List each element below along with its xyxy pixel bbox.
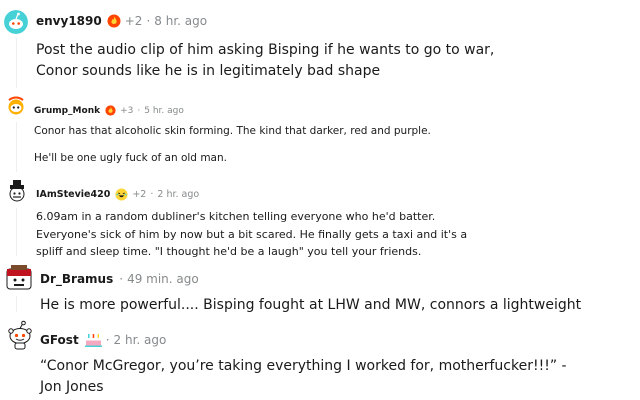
comment: Grump_Monk +3 · 5 hr. ago Conor has that…	[0, 92, 640, 176]
award-count: +2	[132, 189, 147, 200]
snoo-avatar-icon	[6, 265, 32, 290]
comment: GFost · 2 hr. ago “Conor McGregor, you’r…	[0, 314, 640, 400]
comment-body: Conor has that alcoholic skin forming. T…	[34, 124, 594, 166]
username[interactable]: IAmStevie420	[36, 189, 110, 200]
meta-separator: ·	[119, 272, 124, 286]
snoo-avatar-icon	[4, 10, 28, 34]
username[interactable]: GFost	[40, 333, 79, 347]
comment-paragraph: He'll be one ugly fuck of an old man.	[34, 152, 227, 164]
comment-body: 6.09am in a random dubliner's kitchen te…	[36, 208, 476, 261]
comment-meta: IAmStevie420 +2 · 2 hr. ago	[36, 188, 199, 201]
avatar[interactable]	[4, 10, 28, 34]
meta-separator: ·	[137, 105, 141, 116]
award-count: +2	[124, 14, 143, 28]
username[interactable]: envy1890	[36, 14, 102, 28]
username[interactable]: Dr_Bramus	[40, 272, 113, 286]
snoo-avatar-icon	[9, 180, 25, 202]
avatar[interactable]	[4, 263, 34, 293]
comment-meta: Dr_Bramus · 49 min. ago	[40, 272, 199, 286]
comment-paragraph: “Conor McGregor, you’re taking everythin…	[40, 358, 567, 395]
meta-separator: ·	[146, 14, 151, 28]
comment: envy1890 +2 · 8 hr. ago Post the audio c…	[0, 0, 640, 92]
timestamp[interactable]: 49 min. ago	[127, 272, 199, 286]
thread-line[interactable]	[16, 296, 17, 312]
comment: Dr_Bramus · 49 min. ago He is more power…	[0, 260, 640, 314]
comment-meta: Grump_Monk +3 · 5 hr. ago	[34, 105, 184, 116]
avatar[interactable]	[4, 94, 28, 118]
comment: IAmStevie420 +2 · 2 hr. ago 6.09am in a …	[0, 176, 640, 260]
timestamp[interactable]: 2 hr. ago	[157, 189, 199, 200]
snoo-avatar-icon	[8, 320, 32, 350]
thread-line[interactable]	[16, 122, 17, 172]
comment-body: He is more powerful.... Bisping fought a…	[40, 295, 620, 315]
avatar[interactable]	[4, 178, 30, 204]
avatar[interactable]	[6, 320, 34, 350]
comment-paragraph: 6.09am in a random dubliner's kitchen te…	[36, 210, 468, 258]
timestamp[interactable]: 5 hr. ago	[144, 106, 184, 116]
username[interactable]: Grump_Monk	[34, 106, 100, 116]
timestamp[interactable]: 8 hr. ago	[154, 14, 207, 28]
fire-award-icon[interactable]	[107, 14, 121, 28]
comment-meta: envy1890 +2 · 8 hr. ago	[36, 14, 207, 28]
snoo-avatar-icon	[4, 94, 28, 118]
comment-paragraph: He is more powerful.... Bisping fought a…	[40, 297, 582, 313]
meta-separator: ·	[105, 332, 110, 347]
laughing-award-icon[interactable]	[115, 188, 128, 201]
thread-line[interactable]	[16, 38, 17, 88]
comment-body: “Conor McGregor, you’re taking everythin…	[40, 356, 570, 398]
thread-line[interactable]	[16, 208, 17, 256]
comment-paragraph: Conor has that alcoholic skin forming. T…	[34, 125, 431, 137]
meta-separator: ·	[150, 189, 154, 200]
cake-flair-icon	[84, 332, 102, 347]
comment-thread: envy1890 +2 · 8 hr. ago Post the audio c…	[0, 0, 640, 400]
comment-meta: GFost · 2 hr. ago	[40, 332, 166, 347]
fire-award-icon[interactable]	[105, 105, 116, 116]
comment-paragraph: Post the audio clip of him asking Bispin…	[36, 42, 495, 79]
award-count: +3	[120, 105, 134, 116]
comment-body: Post the audio clip of him asking Bispin…	[36, 40, 536, 82]
timestamp[interactable]: 2 hr. ago	[114, 333, 167, 347]
